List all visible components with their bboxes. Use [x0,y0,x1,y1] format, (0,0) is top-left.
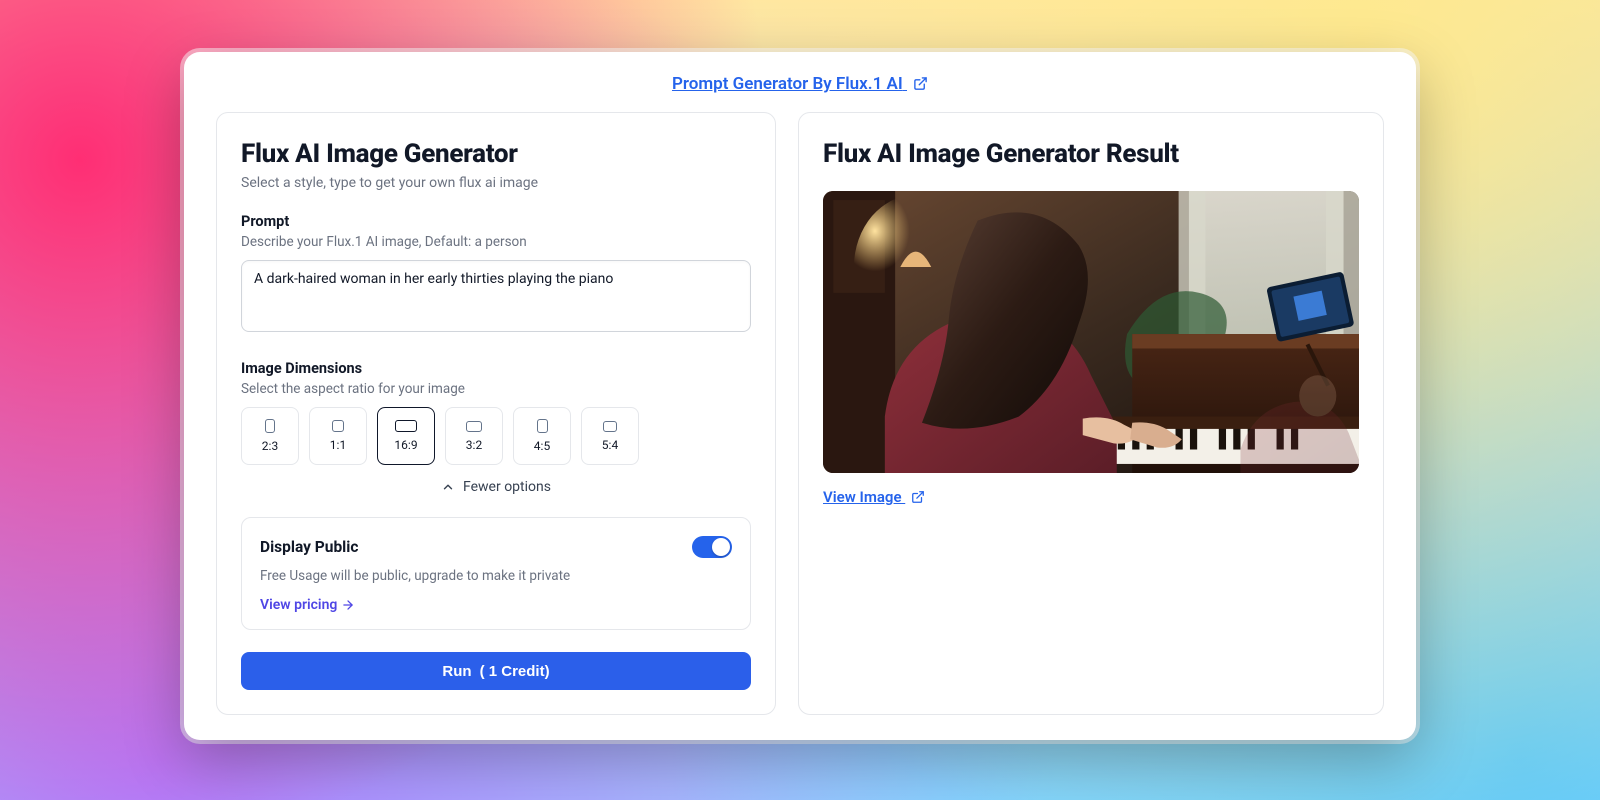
header-link-row: Prompt Generator By Flux.1 AI [216,74,1384,94]
prompt-label: Prompt [241,213,751,230]
prompt-input[interactable] [241,260,751,332]
display-public-help: Free Usage will be public, upgrade to ma… [260,568,732,584]
ratio-shape-icon [265,419,275,433]
generator-card: Flux AI Image Generator Select a style, … [216,112,776,715]
display-public-box: Display Public Free Usage will be public… [241,517,751,630]
dimensions-section: Image Dimensions Select the aspect ratio… [241,360,751,495]
view-pricing-link[interactable]: View pricing [260,597,355,613]
ratio-shape-icon [603,421,617,432]
display-public-toggle[interactable] [692,536,732,558]
aspect-ratio-16-9[interactable]: 16:9 [377,407,435,465]
columns: Flux AI Image Generator Select a style, … [216,112,1384,715]
arrow-right-icon [341,598,355,612]
fewer-options-label: Fewer options [463,479,551,495]
ratio-label: 1:1 [330,438,346,452]
page-background: Prompt Generator By Flux.1 AI Flux AI Im… [0,0,1600,800]
result-image [823,191,1359,473]
prompt-help: Describe your Flux.1 AI image, Default: … [241,234,751,250]
ratio-label: 2:3 [262,439,278,453]
view-pricing-label: View pricing [260,597,337,613]
ratio-label: 5:4 [602,438,618,452]
aspect-ratio-group: 2:3 1:1 16:9 3:2 4:5 5:4 [241,407,751,465]
generator-title: Flux AI Image Generator [241,139,751,169]
display-public-title: Display Public [260,538,358,556]
prompt-section: Prompt Describe your Flux.1 AI image, De… [241,213,751,336]
dimensions-help: Select the aspect ratio for your image [241,381,751,397]
fewer-options-button[interactable]: Fewer options [241,479,751,495]
run-button-label: Run [442,663,471,680]
ratio-shape-icon [466,421,482,432]
ratio-label: 16:9 [394,438,417,452]
aspect-ratio-3-2[interactable]: 3:2 [445,407,503,465]
ratio-label: 3:2 [466,438,482,452]
external-link-icon [913,76,928,91]
ratio-shape-icon [332,420,344,432]
chevron-up-icon [441,480,455,494]
prompt-generator-link-label: Prompt Generator By Flux.1 AI [672,74,903,94]
dimensions-label: Image Dimensions [241,360,751,377]
ratio-shape-icon [395,420,417,432]
display-public-header: Display Public [260,536,732,558]
aspect-ratio-4-5[interactable]: 4:5 [513,407,571,465]
prompt-generator-link[interactable]: Prompt Generator By Flux.1 AI [672,74,928,94]
view-image-link[interactable]: View Image [823,488,925,506]
result-title: Flux AI Image Generator Result [823,139,1359,169]
aspect-ratio-2-3[interactable]: 2:3 [241,407,299,465]
aspect-ratio-1-1[interactable]: 1:1 [309,407,367,465]
aspect-ratio-5-4[interactable]: 5:4 [581,407,639,465]
view-image-label: View Image [823,488,902,506]
generator-subtitle: Select a style, type to get your own flu… [241,175,751,191]
run-button-credits: ( 1 Credit) [480,663,550,680]
run-button[interactable]: Run ( 1 Credit) [241,652,751,690]
app-window: Prompt Generator By Flux.1 AI Flux AI Im… [184,52,1416,740]
toggle-knob [712,538,730,556]
external-link-icon [911,490,925,504]
ratio-shape-icon [537,419,548,433]
result-card: Flux AI Image Generator Result [798,112,1384,715]
ratio-label: 4:5 [534,439,550,453]
